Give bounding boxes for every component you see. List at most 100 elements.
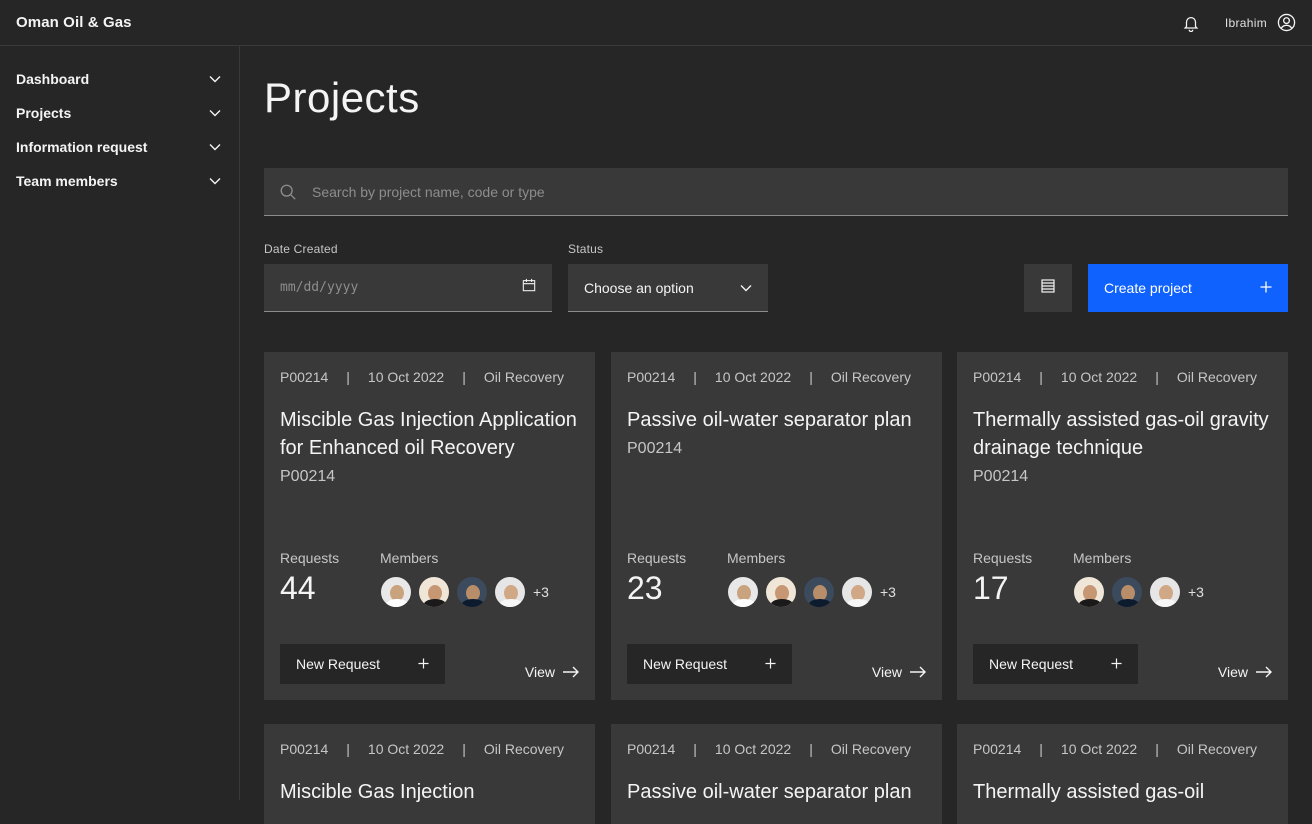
project-stats: Requests 17 Members +3 (973, 550, 1273, 610)
requests-label: Requests (627, 550, 687, 566)
avatar[interactable] (380, 576, 412, 608)
card-meta: P00214 | 10 Oct 2022 | Oil Recovery (973, 369, 1257, 385)
project-card[interactable]: P00214 | 10 Oct 2022 | Oil Recovery Therma… (957, 352, 1288, 700)
more-members-count[interactable]: +3 (880, 584, 896, 600)
avatar[interactable] (418, 576, 450, 608)
requests-count: 17 (973, 570, 1009, 606)
calendar-icon[interactable] (522, 278, 536, 297)
status-dropdown[interactable]: Choose an option (568, 264, 768, 312)
project-card[interactable]: P00214 | 10 Oct 2022 | Oil Recovery Therma… (957, 724, 1288, 824)
arrow-right-icon (1256, 664, 1272, 680)
member-avatars[interactable]: +3 (727, 576, 896, 608)
more-members-count[interactable]: +3 (533, 584, 549, 600)
plus-icon (418, 656, 429, 672)
project-title[interactable]: Miscible Gas Injection Application for E… (280, 406, 579, 462)
sidebar-item-information-request[interactable]: Information request (0, 130, 239, 164)
new-request-button[interactable]: New Request (627, 644, 792, 684)
project-type: Oil Recovery (830, 369, 911, 385)
project-code: P00214 (973, 741, 1022, 757)
sidebar-item-team-members[interactable]: Team members (0, 164, 239, 198)
project-title[interactable]: Thermally assisted gas-oil gravity drain… (973, 406, 1272, 462)
sidebar-item-label: Dashboard (16, 71, 90, 87)
user-avatar-icon[interactable] (1276, 13, 1296, 33)
view-link[interactable]: View (872, 664, 926, 680)
status-selected-value: Choose an option (584, 279, 694, 296)
date-created-input[interactable]: mm/dd/yyyy (264, 264, 552, 312)
requests-count: 44 (280, 570, 316, 606)
view-label: View (1217, 664, 1248, 680)
avatar[interactable] (494, 576, 526, 608)
project-code: P00214 (280, 741, 329, 757)
view-link[interactable]: View (525, 664, 579, 680)
requests-count: 23 (627, 570, 663, 606)
avatar[interactable] (841, 576, 873, 608)
user-name[interactable]: Ibrahim (1225, 16, 1267, 30)
chevron-down-icon (740, 279, 752, 297)
list-view-icon (1040, 278, 1056, 299)
members-label: Members (1073, 550, 1132, 566)
card-meta: P00214 | 10 Oct 2022 | Oil Recovery (280, 741, 564, 757)
project-type: Oil Recovery (1176, 741, 1257, 757)
requests-label: Requests (973, 550, 1033, 566)
sidebar-item-dashboard[interactable]: Dashboard (0, 62, 239, 96)
notification-bell-icon[interactable] (1181, 13, 1201, 33)
new-request-label: New Request (296, 656, 381, 672)
card-meta: P00214 | 10 Oct 2022 | Oil Recovery (627, 741, 911, 757)
search-icon (278, 182, 298, 202)
view-link[interactable]: View (1218, 664, 1272, 680)
members-label: Members (380, 550, 439, 566)
requests-label: Requests (280, 550, 340, 566)
status-label: Status (568, 242, 604, 256)
project-title[interactable]: Passive oil-water separator plan (627, 778, 926, 806)
search-input[interactable] (312, 183, 1274, 200)
project-sub-code: P00214 (280, 468, 336, 485)
project-title[interactable]: Passive oil-water separator plan (627, 406, 926, 434)
chevron-down-icon (207, 173, 223, 189)
create-project-label: Create project (1104, 280, 1192, 296)
project-card[interactable]: P00214 | 10 Oct 2022 | Oil Recovery Miscib… (264, 352, 595, 700)
sidebar-item-label: Team members (16, 173, 118, 189)
member-avatars[interactable]: +3 (380, 576, 549, 608)
project-date: 10 Oct 2022 (367, 369, 445, 385)
create-project-button[interactable]: Create project (1088, 264, 1288, 312)
view-label: View (524, 664, 555, 680)
chevron-down-icon (207, 71, 223, 87)
avatar[interactable] (803, 576, 835, 608)
top-bar: Oman Oil & Gas Ibrahim (0, 0, 1312, 46)
more-members-count[interactable]: +3 (1188, 584, 1204, 600)
project-sub-code: P00214 (973, 468, 1029, 485)
members-label: Members (727, 550, 786, 566)
view-label: View (871, 664, 902, 680)
project-title[interactable]: Thermally assisted gas-oil (973, 778, 1272, 806)
avatar[interactable] (727, 576, 759, 608)
avatar[interactable] (765, 576, 797, 608)
list-view-button[interactable] (1024, 264, 1072, 312)
project-card[interactable]: P00214 | 10 Oct 2022 | Oil Recovery Passiv… (611, 724, 942, 824)
avatar[interactable] (1149, 576, 1181, 608)
filter-row: Date Created mm/dd/yyyy Status Choose an… (264, 242, 1288, 312)
search-bar[interactable] (264, 168, 1288, 216)
brand-name[interactable]: Oman Oil & Gas (16, 14, 132, 31)
new-request-button[interactable]: New Request (973, 644, 1138, 684)
project-card[interactable]: P00214 | 10 Oct 2022 | Oil Recovery Passiv… (611, 352, 942, 700)
project-title[interactable]: Miscible Gas Injection (280, 778, 579, 806)
avatar[interactable] (1111, 576, 1143, 608)
new-request-label: New Request (643, 656, 728, 672)
arrow-right-icon (910, 664, 926, 680)
new-request-button[interactable]: New Request (280, 644, 445, 684)
avatar[interactable] (1073, 576, 1105, 608)
page-title: Projects (264, 74, 420, 121)
project-type: Oil Recovery (1176, 369, 1257, 385)
sidebar-item-projects[interactable]: Projects (0, 96, 239, 130)
card-meta: P00214 | 10 Oct 2022 | Oil Recovery (627, 369, 911, 385)
arrow-right-icon (563, 664, 579, 680)
sidebar: Dashboard Projects Information request T… (0, 46, 240, 800)
project-card[interactable]: P00214 | 10 Oct 2022 | Oil Recovery Miscib… (264, 724, 595, 824)
card-meta: P00214 | 10 Oct 2022 | Oil Recovery (973, 741, 1257, 757)
avatar[interactable] (456, 576, 488, 608)
project-code: P00214 (627, 741, 676, 757)
member-avatars[interactable]: +3 (1073, 576, 1204, 608)
date-created-label: Date Created (264, 242, 338, 256)
project-date: 10 Oct 2022 (367, 741, 445, 757)
project-sub-code: P00214 (627, 440, 683, 457)
